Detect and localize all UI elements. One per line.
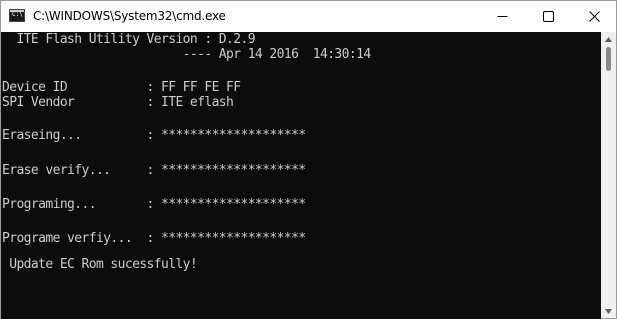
cmd-icon-label: C:\ xyxy=(12,11,23,18)
console-line: Programing... : ******************** xyxy=(2,197,306,212)
console-line: SPI Vendor : ITE eflash xyxy=(2,95,234,110)
console-line: Erase verify... : ******************** xyxy=(2,163,306,178)
console-line: Eraseing... : ******************** xyxy=(2,128,306,143)
close-button[interactable] xyxy=(571,1,617,32)
scroll-down-button[interactable] xyxy=(601,304,616,318)
maximize-button[interactable] xyxy=(525,1,571,32)
maximize-icon xyxy=(542,11,554,22)
arrow-up-icon xyxy=(605,36,612,42)
console-line: Device ID : FF FF FE FF xyxy=(2,80,241,95)
cmd-window: C:\ C:\WINDOWS\System32\cmd.exe ITE Flas… xyxy=(0,0,617,319)
minimize-icon xyxy=(497,16,507,17)
arrow-down-icon xyxy=(605,308,612,314)
console-line: Programe verfiy... : *******************… xyxy=(2,231,306,246)
scrollbar-thumb[interactable] xyxy=(606,47,611,71)
console-line: ---- Apr 14 2016 14:30:14 xyxy=(2,47,372,62)
minimize-button[interactable] xyxy=(479,1,525,32)
cmd-icon[interactable]: C:\ xyxy=(9,9,25,22)
console-output[interactable]: ITE Flash Utility Version : D.2.9 ---- A… xyxy=(1,32,601,319)
scroll-up-button[interactable] xyxy=(601,32,616,46)
console-line: ITE Flash Utility Version : D.2.9 xyxy=(2,32,255,47)
console-line: Update EC Rom sucessfully! xyxy=(2,257,198,272)
title-bar[interactable]: C:\ C:\WINDOWS\System32\cmd.exe xyxy=(1,1,616,32)
close-icon xyxy=(588,11,600,22)
vertical-scrollbar[interactable] xyxy=(601,32,616,318)
window-title: C:\WINDOWS\System32\cmd.exe xyxy=(33,9,226,23)
